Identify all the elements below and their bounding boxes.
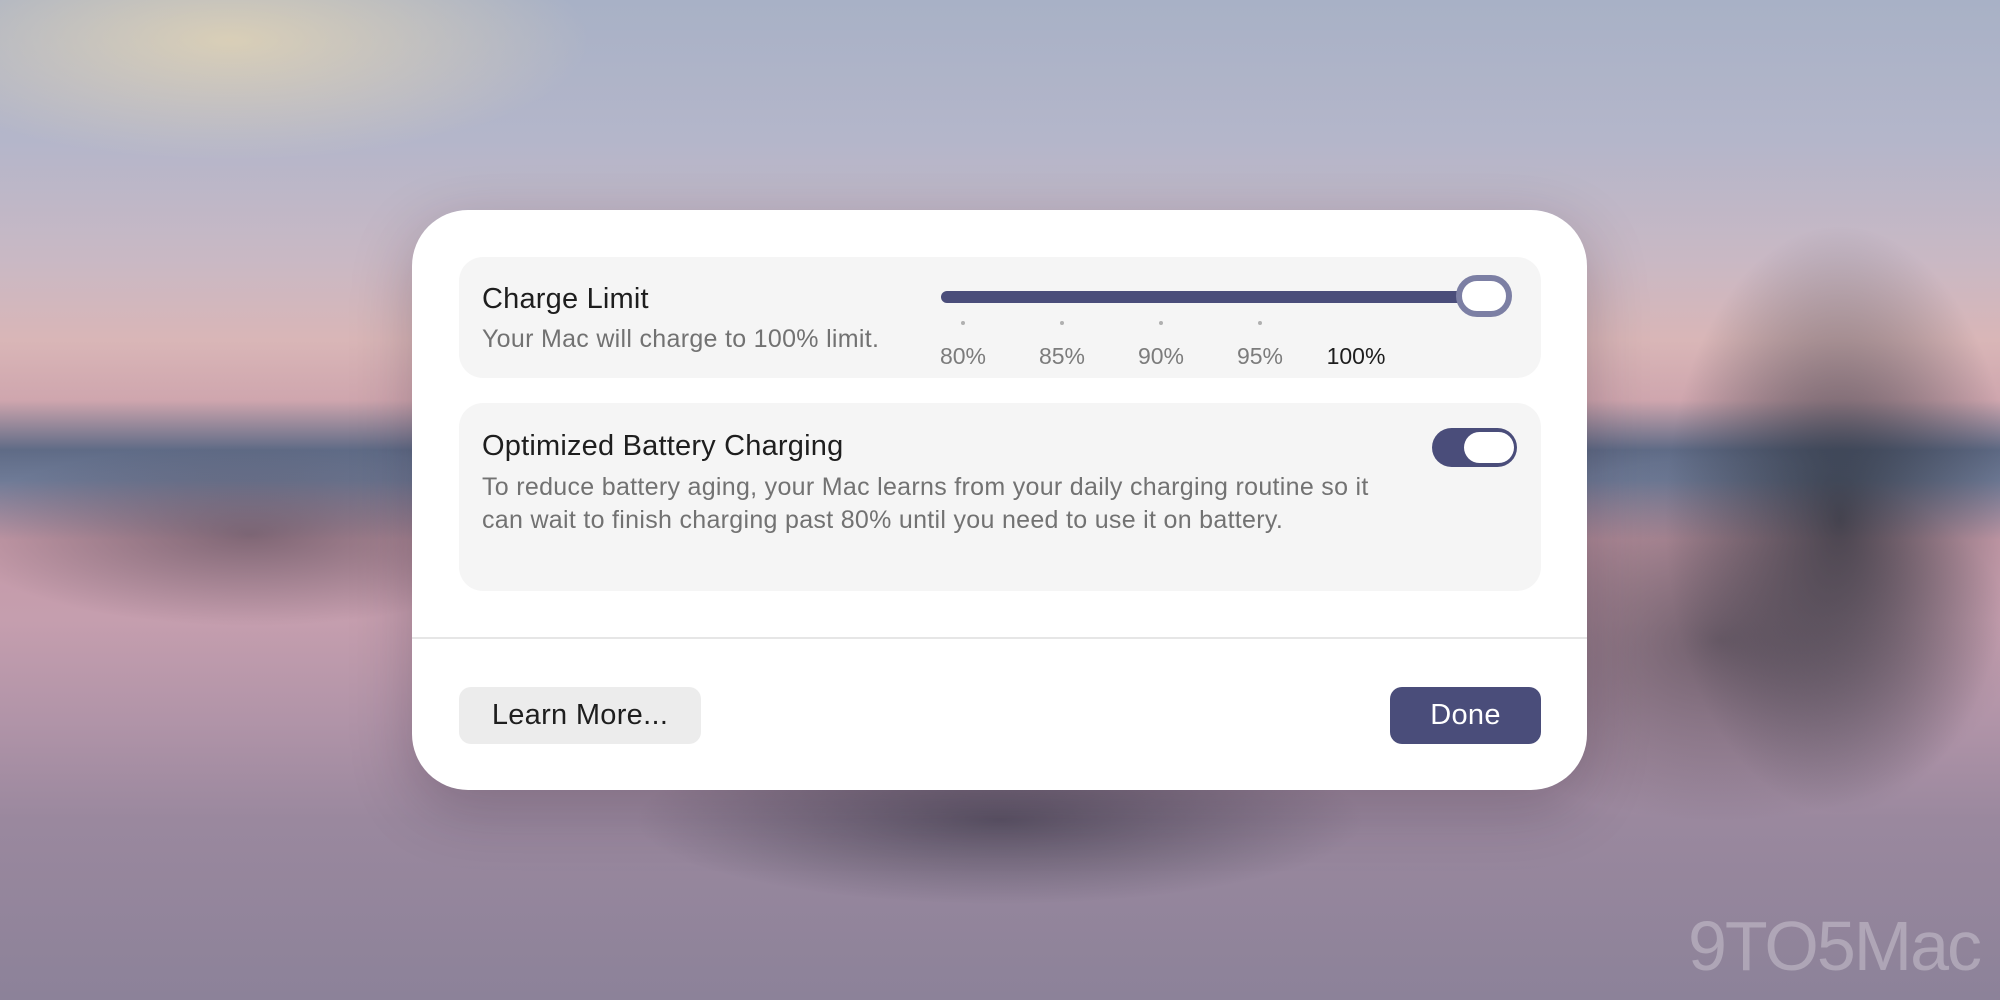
- watermark-logo: 9TO5Mac: [1687, 907, 1982, 985]
- toggle-knob[interactable]: [1464, 432, 1514, 463]
- slider-thumb[interactable]: [1456, 275, 1512, 317]
- slider-tick-95: [1258, 321, 1262, 325]
- done-button[interactable]: Done: [1390, 687, 1541, 744]
- tick-label-90: 90%: [1137, 343, 1185, 369]
- optimized-charging-description: To reduce battery aging, your Mac learns…: [482, 473, 1369, 534]
- optimized-charging-section: Optimized Battery Charging To reduce bat…: [459, 403, 1541, 591]
- battery-settings-dialog: Charge Limit Your Mac will charge to 100…: [412, 210, 1587, 790]
- tick-label-85: 85%: [1038, 343, 1086, 369]
- slider-tick-90: [1159, 321, 1163, 325]
- charge-limit-section: Charge Limit Your Mac will charge to 100…: [459, 257, 1541, 378]
- charge-limit-title: Charge Limit: [482, 283, 649, 315]
- footer-divider: [412, 637, 1587, 639]
- slider-tick-85: [1060, 321, 1064, 325]
- tick-label-80: 80%: [939, 343, 987, 369]
- charge-limit-description: Your Mac will charge to 100% limit.: [482, 325, 880, 353]
- tick-label-100: 100%: [1326, 343, 1386, 369]
- slider-track[interactable]: [941, 291, 1489, 303]
- learn-more-button[interactable]: Learn More...: [459, 687, 701, 744]
- optimized-charging-title: Optimized Battery Charging: [482, 430, 844, 462]
- optimized-charging-toggle[interactable]: [1432, 428, 1517, 467]
- slider-tick-80: [961, 321, 965, 325]
- charge-limit-slider[interactable]: 80% 85% 90% 95% 100%: [940, 273, 1512, 369]
- tick-label-95: 95%: [1236, 343, 1284, 369]
